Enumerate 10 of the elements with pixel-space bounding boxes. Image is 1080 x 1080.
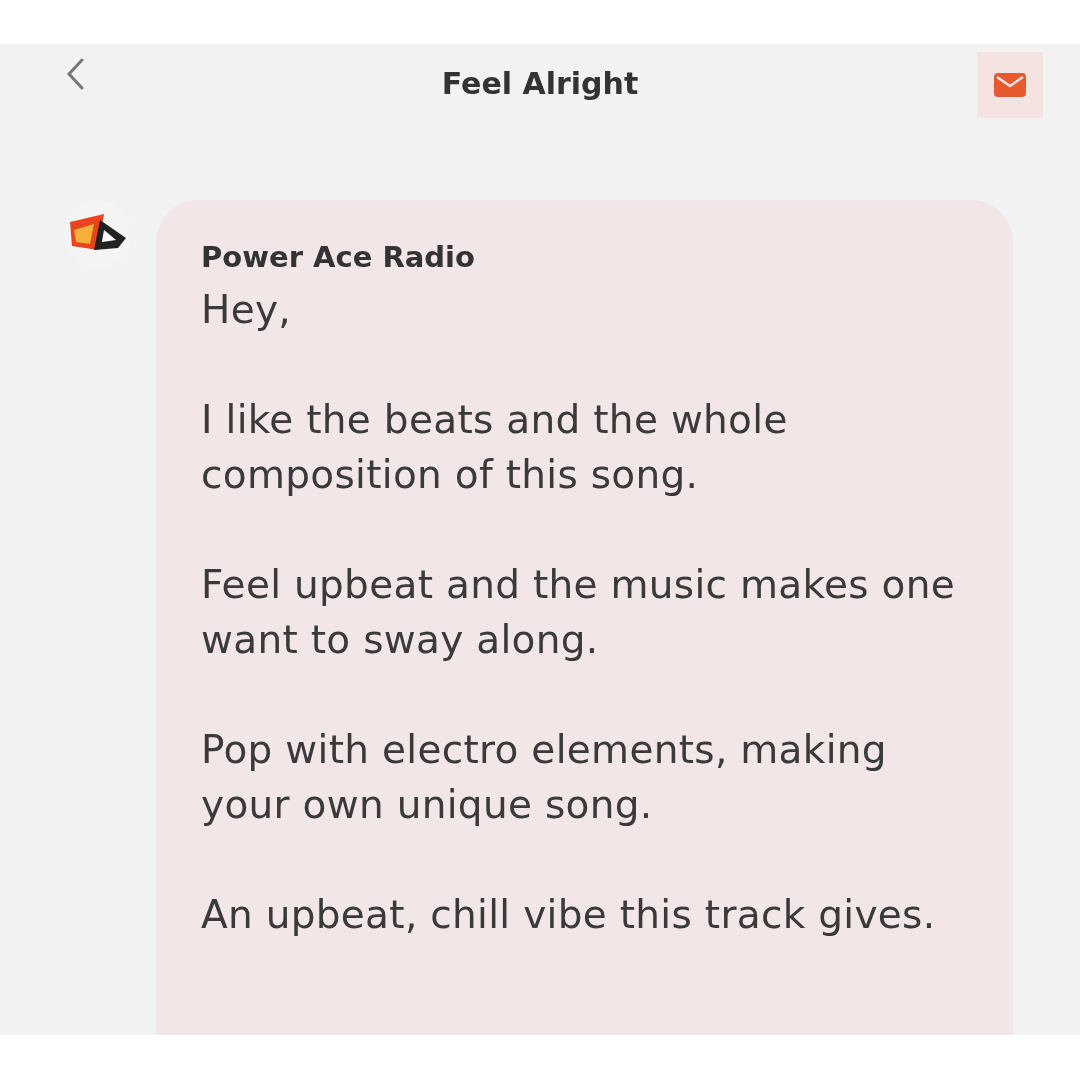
envelope-icon	[994, 73, 1026, 97]
page-title: Feel Alright	[440, 66, 640, 101]
mail-button[interactable]	[977, 52, 1043, 118]
message-paragraph: Pop with electro elements, making your own unique song.	[201, 726, 888, 829]
sender-name: Power Ace Radio	[201, 240, 476, 274]
message-paragraph: Feel upbeat and the music makes one want to sway along.	[201, 561, 957, 664]
message-paragraph: Hey,	[201, 286, 292, 334]
message-paragraph: An upbeat, chill vibe this track gives.	[201, 891, 937, 939]
back-icon	[65, 57, 85, 91]
message-paragraph: I like the beats and the whole composition of this song.	[201, 396, 789, 499]
